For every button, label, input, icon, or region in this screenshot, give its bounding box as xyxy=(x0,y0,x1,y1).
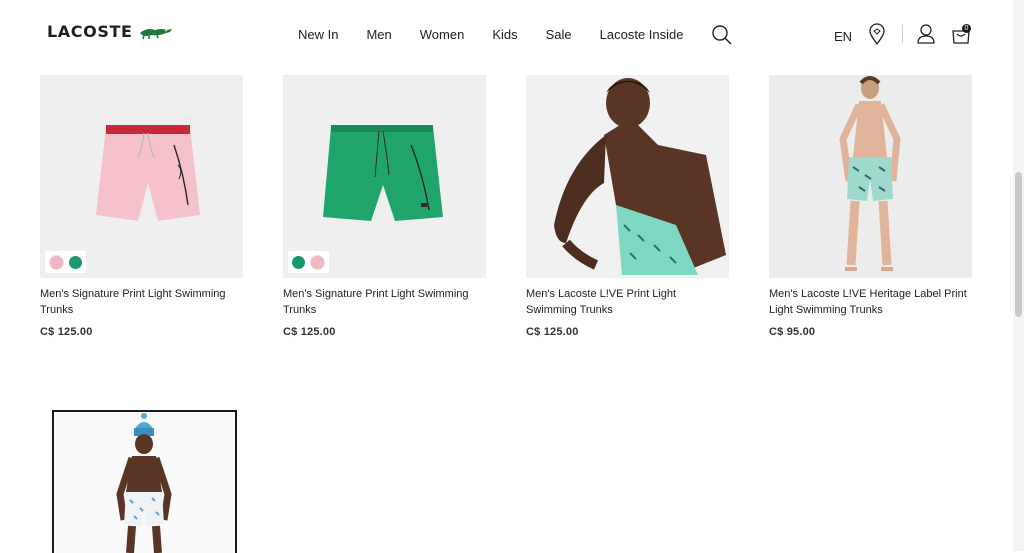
product-card[interactable]: Men's Lacoste L!VE Heritage Label Print … xyxy=(769,75,972,338)
lacoste-logo[interactable]: LACOSTE xyxy=(47,22,173,41)
swatch-green[interactable] xyxy=(69,255,82,269)
nav-kids[interactable]: Kids xyxy=(492,27,517,42)
nav-new-in[interactable]: New In xyxy=(298,27,338,42)
product-name[interactable]: Men's Lacoste L!VE Heritage Label Print … xyxy=(769,286,972,318)
standing-model-image xyxy=(839,76,901,271)
bag-count-badge: 0 xyxy=(962,24,971,33)
account-icon[interactable] xyxy=(916,23,936,45)
product-name[interactable]: Men's Signature Print Light Swimming Tru… xyxy=(283,286,486,318)
product-image[interactable] xyxy=(283,75,486,278)
product-price: C$ 125.00 xyxy=(526,326,579,338)
nav-sale[interactable]: Sale xyxy=(546,27,572,42)
product-image[interactable] xyxy=(769,75,972,278)
nav-men[interactable]: Men xyxy=(366,27,391,42)
store-locator-icon[interactable] xyxy=(868,23,886,45)
pink-trunks-image xyxy=(96,125,200,221)
search-icon[interactable] xyxy=(711,24,733,46)
language-selector[interactable]: EN xyxy=(834,29,852,44)
page-scrollbar-thumb[interactable] xyxy=(1015,172,1022,317)
product-card[interactable] xyxy=(52,410,237,553)
nav-women[interactable]: Women xyxy=(420,27,465,42)
product-price: C$ 125.00 xyxy=(283,326,336,338)
product-image[interactable] xyxy=(40,75,243,278)
product-card[interactable]: Men's Lacoste L!VE Print Light Swimming … xyxy=(526,75,729,338)
color-swatches xyxy=(45,251,86,273)
product-card[interactable]: Men's Signature Print Light Swimming Tru… xyxy=(40,75,243,338)
swatch-pink[interactable] xyxy=(49,254,64,270)
nav-lacoste-inside[interactable]: Lacoste Inside xyxy=(600,27,684,42)
product-image[interactable] xyxy=(54,412,235,553)
color-swatches xyxy=(288,251,329,273)
swatch-green[interactable] xyxy=(292,255,305,269)
green-trunks-image xyxy=(323,125,443,221)
product-name[interactable]: Men's Signature Print Light Swimming Tru… xyxy=(40,286,243,318)
main-nav: New In Men Women Kids Sale Lacoste Insid… xyxy=(298,27,712,42)
product-card[interactable]: Men's Signature Print Light Swimming Tru… xyxy=(283,75,486,338)
logo-text: LACOSTE xyxy=(47,22,133,41)
site-header: LACOSTE New In Men Women Kids Sale Lacos… xyxy=(0,0,1024,70)
product-image[interactable] xyxy=(526,75,729,278)
product-name[interactable]: Men's Lacoste L!VE Print Light Swimming … xyxy=(526,286,729,318)
header-divider xyxy=(902,25,903,43)
product-price: C$ 95.00 xyxy=(769,326,816,338)
crocodile-logo-icon xyxy=(139,28,172,39)
product-price: C$ 125.00 xyxy=(40,326,93,338)
seated-model-image xyxy=(554,78,726,275)
swatch-pink[interactable] xyxy=(310,254,325,270)
